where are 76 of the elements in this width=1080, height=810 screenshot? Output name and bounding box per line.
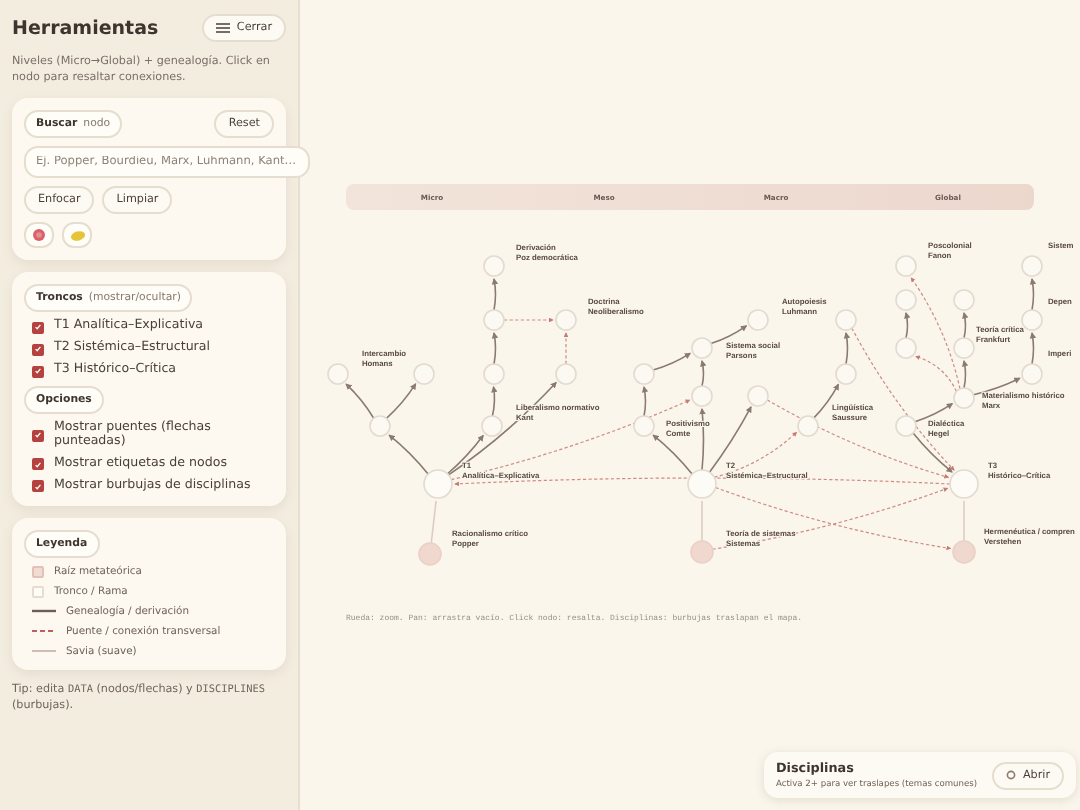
- sap-line: [430, 500, 437, 544]
- branch-node[interactable]: [835, 309, 857, 331]
- genealogy-arrow: [914, 402, 954, 423]
- genealogy-arrow: [385, 383, 417, 420]
- genealogy-arrow: [710, 325, 748, 345]
- genealogy-arrow: [491, 277, 499, 311]
- icon-button[interactable]: [24, 222, 54, 249]
- sap-line: [963, 500, 965, 542]
- root-node[interactable]: [690, 540, 714, 564]
- branch-node[interactable]: [747, 385, 769, 407]
- branch-node[interactable]: [327, 363, 349, 385]
- genealogy-arrow: [972, 377, 1021, 396]
- branch-node[interactable]: [633, 363, 655, 385]
- dashed-line-icon: [32, 628, 56, 635]
- branch-node[interactable]: [797, 415, 819, 437]
- genealogy-arrow: [1029, 331, 1037, 365]
- branch-node[interactable]: [747, 309, 769, 331]
- panel-title: Herramientas: [12, 17, 159, 39]
- branch-node[interactable]: [481, 415, 503, 437]
- branch-node[interactable]: [555, 363, 577, 385]
- genealogy-arrow: [388, 434, 429, 475]
- menu-icon: [216, 22, 231, 34]
- branch-node[interactable]: [483, 363, 505, 385]
- branch-node[interactable]: [895, 289, 917, 311]
- branch-node[interactable]: [555, 309, 577, 331]
- branch-node[interactable]: [633, 415, 655, 437]
- circle-icon: [32, 228, 46, 243]
- branch-node[interactable]: [895, 255, 917, 277]
- sap-line: [701, 500, 703, 542]
- genealogy-arrow: [1029, 277, 1037, 311]
- branch-node[interactable]: [1021, 309, 1043, 331]
- genealogy-arrow: [904, 311, 911, 339]
- checkbox[interactable]: [32, 480, 44, 493]
- branch-node[interactable]: [369, 415, 391, 437]
- genealogy-arrow: [652, 434, 693, 475]
- branch-node[interactable]: [835, 363, 857, 385]
- genealogy-arrow: [700, 359, 707, 387]
- branch-node[interactable]: [1021, 363, 1043, 385]
- branch-node[interactable]: [953, 337, 975, 359]
- trunk-node[interactable]: [423, 469, 453, 499]
- root-swatch: [32, 565, 44, 578]
- checkbox[interactable]: [32, 321, 44, 334]
- light-line-icon: [32, 648, 56, 655]
- trunk-swatch: [32, 585, 44, 598]
- branch-node[interactable]: [691, 385, 713, 407]
- genealogy-arrow: [345, 383, 375, 420]
- solid-line-icon: [32, 608, 56, 615]
- checkbox[interactable]: [32, 365, 44, 378]
- genealogy-arrow: [843, 331, 851, 365]
- genealogy-arrow: [961, 359, 969, 389]
- root-node[interactable]: [418, 542, 442, 566]
- branch-node[interactable]: [953, 289, 975, 311]
- genealogy-arrow: [641, 385, 649, 417]
- checkbox[interactable]: [32, 458, 44, 471]
- ellipse-icon: [69, 229, 85, 242]
- trunk-node[interactable]: [949, 469, 979, 499]
- gear-icon: [1006, 770, 1017, 780]
- branch-node[interactable]: [953, 387, 975, 409]
- branch-node[interactable]: [483, 255, 505, 277]
- branch-node[interactable]: [895, 337, 917, 359]
- genealogy-arrow: [912, 432, 953, 473]
- genealogy-arrow: [652, 352, 692, 371]
- branch-node[interactable]: [895, 415, 917, 437]
- branch-node[interactable]: [483, 309, 505, 331]
- bridge-arrow: [563, 332, 569, 365]
- branch-node[interactable]: [413, 363, 435, 385]
- bridge-arrow: [503, 317, 554, 323]
- checkbox[interactable]: [32, 343, 44, 356]
- checkbox[interactable]: [32, 429, 44, 442]
- trunk-node[interactable]: [687, 469, 717, 499]
- branch-node[interactable]: [1021, 255, 1043, 277]
- genealogy-arrow: [491, 331, 499, 365]
- icon-button[interactable]: [62, 222, 92, 249]
- genealogy-arrow: [962, 311, 969, 339]
- branch-node[interactable]: [691, 337, 713, 359]
- root-node[interactable]: [952, 540, 976, 564]
